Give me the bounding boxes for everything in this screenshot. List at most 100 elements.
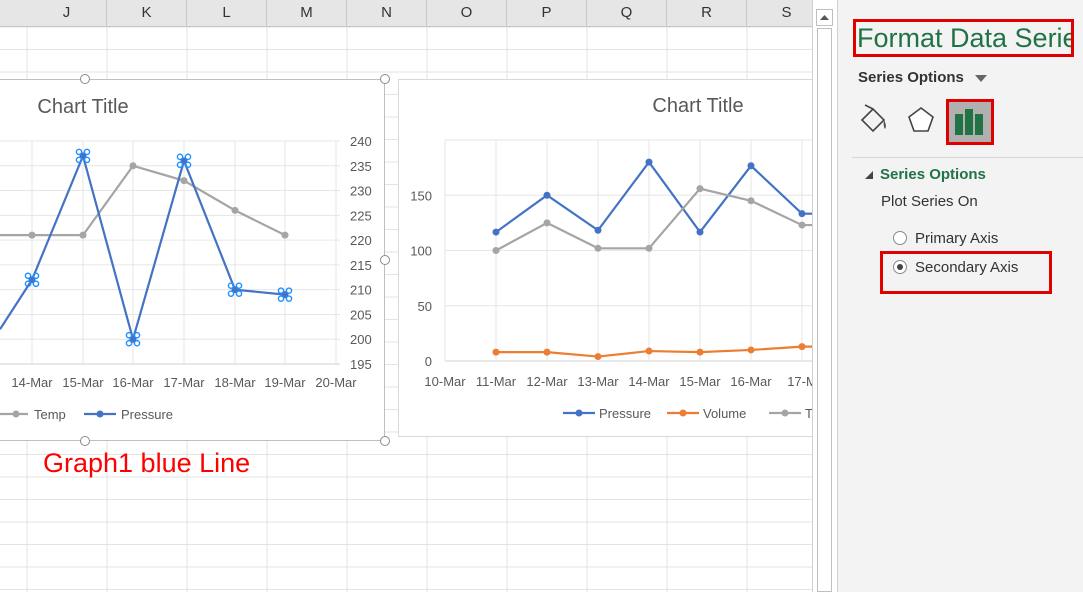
chart-1-temp-point[interactable] (129, 162, 137, 170)
chart-1-legend-pressure-label[interactable]: Pressure (121, 407, 173, 422)
chart-1-x-tick-label: 14-Mar (11, 375, 53, 390)
chart-2-pressure-point[interactable] (543, 191, 551, 199)
scroll-thumb[interactable] (817, 28, 832, 592)
column-header-N[interactable]: N (347, 0, 427, 26)
chart-2-volume-point[interactable] (492, 348, 500, 356)
chart-2-t-point[interactable] (645, 244, 653, 252)
chart-2-y-tick-label: 150 (410, 188, 432, 203)
chart-1-resize-handle-top-right[interactable] (380, 74, 390, 84)
column-header-S[interactable]: S (747, 0, 812, 26)
scroll-up-button[interactable] (816, 9, 833, 26)
chart-2-x-tick-label: 17-M (787, 374, 812, 389)
chart-2-t-point[interactable] (747, 197, 755, 205)
collapse-triangle-icon[interactable] (864, 170, 874, 180)
chart-1-x-tick-label: 20-Mar (315, 375, 357, 390)
chart-2-series-volume-line[interactable] (496, 345, 812, 358)
chart-1-series[interactable] (0, 148, 293, 347)
pane-title: Format Data Series (853, 19, 1074, 57)
worksheet[interactable]: JKLMNOPQRS Chart Title 240 235 230 225 220 21… (0, 0, 812, 592)
chart-2-t-point[interactable] (594, 244, 602, 252)
column-header-L[interactable]: L (187, 0, 267, 26)
chart-1-series-temp-line[interactable] (0, 164, 286, 237)
chart-2-volume-point[interactable] (798, 343, 806, 351)
chart-2-t-point[interactable] (798, 221, 806, 229)
chart-1-title[interactable]: Chart Title (37, 96, 128, 118)
chart-2-x-tick-label: 14-Mar (628, 374, 670, 389)
column-header-J[interactable]: J (27, 0, 107, 26)
chart-1-resize-handle-bottom-right[interactable] (380, 436, 390, 446)
chart-2[interactable]: Chart Title 150 100 50 0 10-Mar 11-Mar 12-Mar… (398, 79, 812, 437)
chart-1-y-tick-label: 215 (350, 258, 372, 273)
primary-axis-label[interactable]: Primary Axis (915, 228, 998, 250)
chart-1-x-axis[interactable]: r14-Mar15-Mar16-Mar17-Mar18-Mar19-Mar20-… (0, 375, 357, 390)
chart-2-pressure-point[interactable] (645, 158, 653, 166)
chart-2-legend-t-marker (781, 409, 789, 417)
chart-2-pressure-point[interactable] (696, 228, 704, 236)
chart-1-legend-temp-label[interactable]: Temp (34, 407, 66, 422)
chart-2-pressure-point[interactable] (747, 162, 755, 170)
column-header-O[interactable]: O (427, 0, 507, 26)
chart-1-legend[interactable]: Temp Pressure (0, 407, 173, 422)
column-header-K[interactable]: K (107, 0, 187, 26)
series-options-tab[interactable] (946, 99, 994, 145)
chart-2-y-axis[interactable]: 150 100 50 0 (410, 188, 432, 369)
chart-2-volume-point[interactable] (594, 353, 602, 361)
fill-line-tab[interactable] (854, 101, 894, 141)
chart-1-x-tick-label: 16-Mar (112, 375, 154, 390)
chart-1-x-tick-label: 19-Mar (264, 375, 306, 390)
chart-1-resize-handle-bottom[interactable] (80, 436, 90, 446)
chart-1-plot[interactable]: Chart Title 240 235 230 225 220 215 210 205 200 1… (0, 80, 385, 442)
chart-2-legend-pressure-label[interactable]: Pressure (599, 406, 651, 421)
chart-2-volume-point[interactable] (645, 347, 653, 355)
chart-2-t-point[interactable] (696, 185, 704, 193)
chart-1-resize-handle-right[interactable] (380, 255, 390, 265)
format-data-series-pane[interactable]: Format Data Series Series Options Series… (837, 0, 1083, 592)
chart-2-x-tick-label: 10-Mar (424, 374, 466, 389)
primary-axis-radio[interactable] (893, 231, 907, 245)
vertical-scrollbar[interactable] (812, 0, 837, 592)
chart-2-plot[interactable]: Chart Title 150 100 50 0 10-Mar 11-Mar 12-Mar… (399, 80, 812, 438)
chart-1-temp-point[interactable] (180, 177, 188, 185)
chart-2-t-point[interactable] (492, 247, 500, 254)
series-options-dropdown[interactable]: Series Options (858, 69, 988, 86)
chart-1-temp-point[interactable] (28, 231, 36, 239)
chart-1-temp-point[interactable] (281, 231, 289, 239)
chart-2-legend[interactable]: Pressure Volume T (563, 406, 812, 421)
column-header-R[interactable]: R (667, 0, 747, 26)
chart-2-volume-point[interactable] (747, 346, 755, 354)
chart-1-y-tick-label: 205 (350, 307, 372, 322)
chart-2-series[interactable] (492, 158, 813, 361)
caret-up-icon (820, 15, 829, 20)
chart-2-legend-volume-label[interactable]: Volume (703, 406, 746, 421)
chart-2-x-tick-label: 12-Mar (526, 374, 568, 389)
column-header-M[interactable]: M (267, 0, 347, 26)
column-header-P[interactable]: P (507, 0, 587, 26)
chart-2-series-pressure-line[interactable] (495, 160, 812, 234)
series-options-section-title[interactable]: Series Options (880, 166, 986, 183)
chart-1[interactable]: Chart Title 240 235 230 225 220 215 210 205 200 1… (0, 79, 385, 441)
chart-2-t-point[interactable] (543, 219, 551, 227)
chart-2-pressure-point[interactable] (594, 226, 602, 234)
chart-1-y-tick-label: 225 (350, 208, 372, 223)
chart-2-title[interactable]: Chart Title (652, 95, 743, 117)
chart-2-x-axis[interactable]: 10-Mar 11-Mar 12-Mar 13-Mar 14-Mar 15-Mar 16-M… (424, 374, 812, 389)
chart-1-x-tick-label: 15-Mar (62, 375, 104, 390)
chart-1-legend-pressure-marker (96, 410, 104, 418)
column-headers: JKLMNOPQRS (0, 0, 812, 27)
chart-1-temp-point[interactable] (231, 206, 239, 214)
chart-1-temp-point[interactable] (79, 231, 87, 239)
chart-2-pressure-point[interactable] (492, 228, 500, 236)
chart-2-volume-point[interactable] (543, 348, 551, 356)
chart-2-volume-point[interactable] (696, 348, 704, 356)
pane-divider (852, 157, 1083, 158)
column-header-Q[interactable]: Q (587, 0, 667, 26)
chart-1-y-tick-label: 195 (350, 357, 372, 372)
chart-1-series-pressure-line[interactable] (0, 152, 286, 344)
fill-line-icon (860, 104, 886, 133)
effects-tab[interactable] (901, 101, 941, 141)
chart-1-resize-handle-top[interactable] (80, 74, 90, 84)
chart-2-pressure-point[interactable] (798, 210, 806, 218)
chart-2-legend-t-label[interactable]: T (805, 406, 812, 421)
chart-1-y-tick-label: 220 (350, 233, 372, 248)
chart-1-y-axis-secondary[interactable]: 240 235 230 225 220 215 210 205 200 195 (350, 134, 372, 372)
